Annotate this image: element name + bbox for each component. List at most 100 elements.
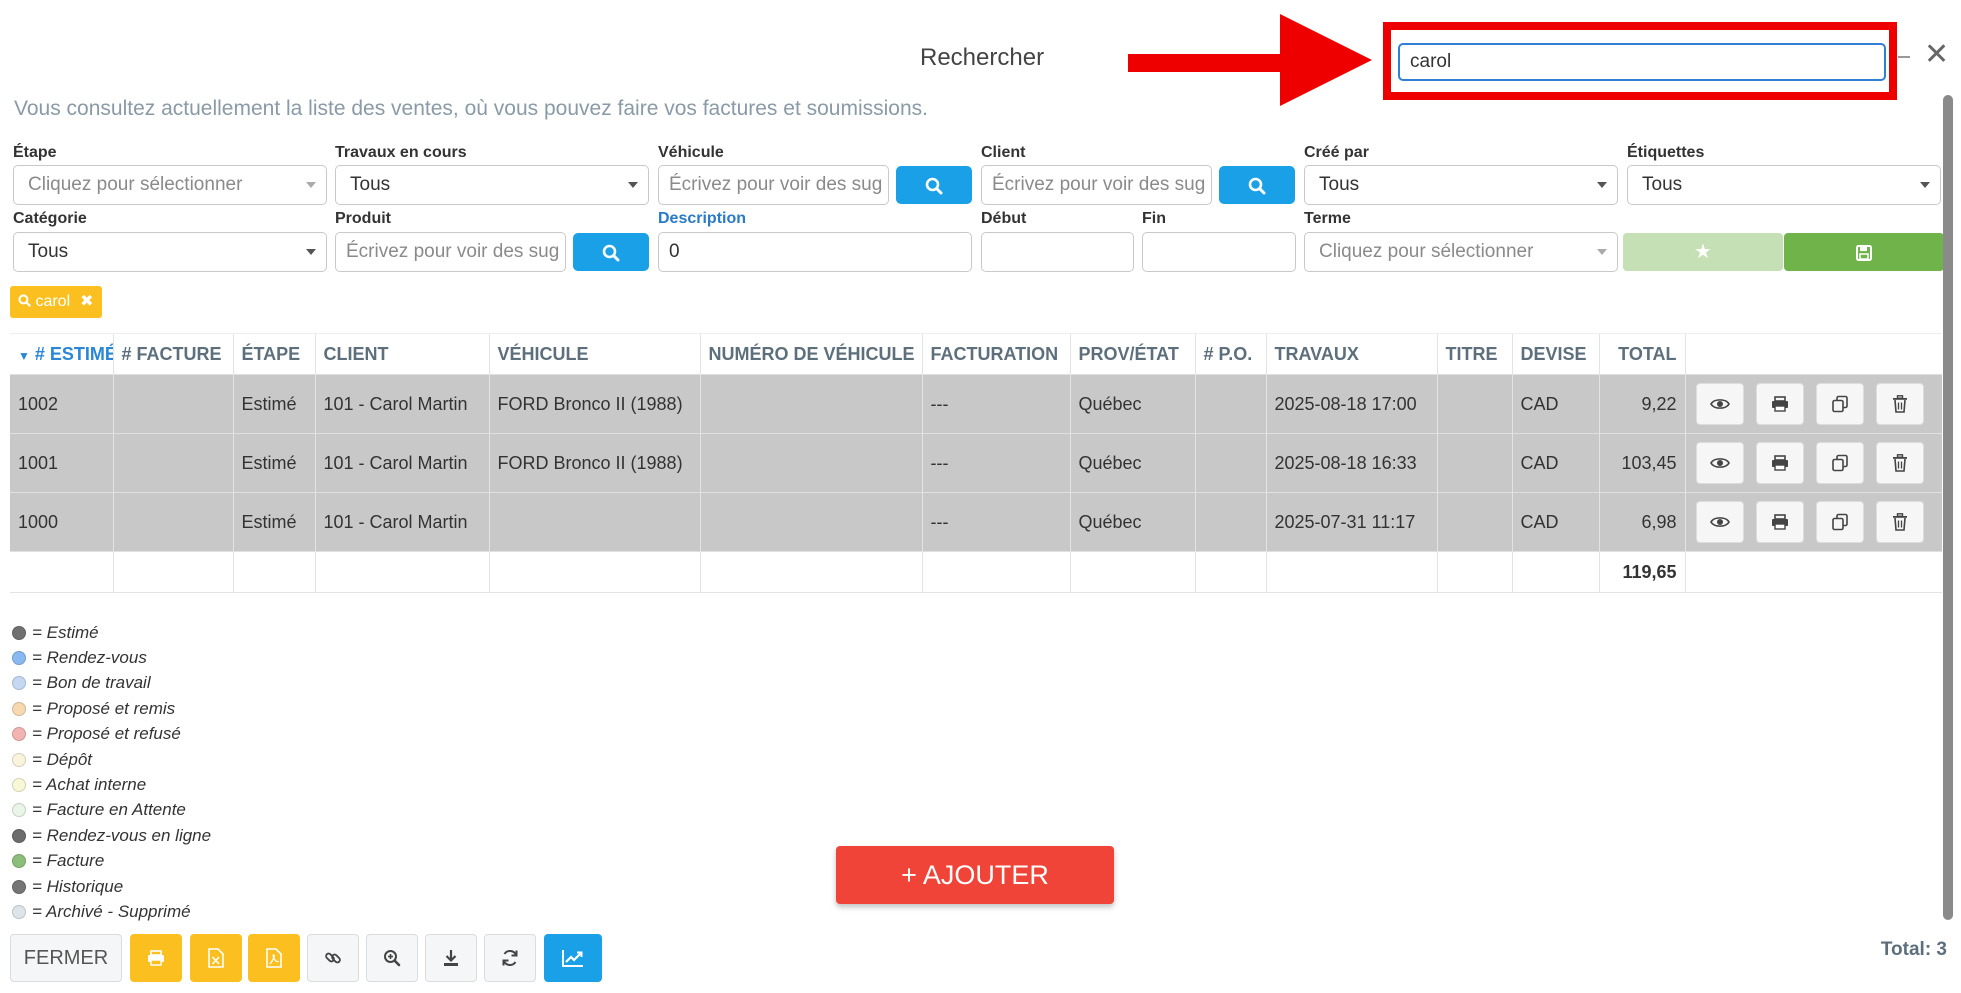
print-icon <box>1771 514 1788 530</box>
legend-label: = Estimé <box>32 622 99 642</box>
column-header-facturation[interactable]: FACTURATION <box>921 333 1070 375</box>
client-search-button[interactable] <box>1219 166 1295 204</box>
column-header-total[interactable]: TOTAL <box>1598 333 1685 375</box>
etape-select-placeholder: Cliquez pour sélectionner <box>28 174 243 195</box>
column-header-facture[interactable]: # FACTURE <box>112 333 233 375</box>
filter-label-description: Description <box>658 210 747 227</box>
column-header-titre[interactable]: TITRE <box>1436 333 1512 375</box>
excel-file-icon <box>208 948 224 968</box>
legend-item: = Achat interne <box>12 772 211 797</box>
cree-par-select[interactable]: Tous <box>1304 165 1618 205</box>
view-button[interactable] <box>1695 383 1744 425</box>
column-header-etape[interactable]: ÉTAPE <box>232 333 315 375</box>
statistics-button[interactable] <box>544 934 602 982</box>
column-header-numero-vehicule[interactable]: NUMÉRO DE VÉHICULE <box>699 333 922 375</box>
close-button[interactable]: FERMER <box>10 934 122 982</box>
categorie-select[interactable]: Tous <box>13 232 327 272</box>
terme-select[interactable]: Cliquez pour sélectionner <box>1304 232 1618 272</box>
pdf-file-icon <box>266 948 282 968</box>
cell-actions <box>1684 433 1942 493</box>
print-list-button[interactable] <box>130 934 182 982</box>
legend-item: = Proposé et refusé <box>12 722 211 747</box>
etiquettes-select-value: Tous <box>1642 174 1683 195</box>
minimize-icon[interactable] <box>1898 56 1910 58</box>
print-button[interactable] <box>1755 442 1804 484</box>
print-button[interactable] <box>1755 501 1804 543</box>
client-input[interactable]: Écrivez pour voir des sug <box>981 165 1212 205</box>
description-input[interactable]: 0 <box>658 232 972 272</box>
travaux-select-value: Tous <box>350 174 391 195</box>
table-row[interactable]: 1002 Estimé 101 - Carol Martin FORD Bron… <box>10 374 1942 434</box>
download-icon <box>444 950 458 966</box>
cell-prov-etat: Québec <box>1069 374 1195 434</box>
cell-etape: Estimé <box>232 492 315 552</box>
cree-par-select-value: Tous <box>1319 174 1360 195</box>
travaux-select[interactable]: Tous <box>335 165 649 205</box>
close-icon[interactable]: ✕ <box>1924 40 1949 70</box>
table-row[interactable]: 1000 Estimé 101 - Carol Martin --- Québe… <box>10 492 1942 552</box>
column-header-actions <box>1684 333 1942 375</box>
debut-date-input[interactable] <box>981 232 1134 272</box>
copy-button[interactable] <box>1815 501 1864 543</box>
delete-button[interactable] <box>1875 442 1924 484</box>
etiquettes-select[interactable]: Tous <box>1627 165 1941 205</box>
status-dot <box>12 651 26 666</box>
view-button[interactable] <box>1695 442 1744 484</box>
chevron-down-icon <box>1920 182 1930 188</box>
filter-label-terme: Terme <box>1304 210 1351 227</box>
export-excel-button[interactable] <box>190 934 242 982</box>
cell-estime: 1000 <box>10 492 113 552</box>
column-header-vehicule[interactable]: VÉHICULE <box>488 333 700 375</box>
cell-facture <box>112 492 233 552</box>
refresh-button[interactable] <box>484 934 536 982</box>
produit-input[interactable]: Écrivez pour voir des sug <box>335 232 566 272</box>
cell-prov-etat: Québec <box>1069 433 1195 493</box>
cell-total: 103,45 <box>1598 433 1685 493</box>
etape-select[interactable]: Cliquez pour sélectionner <box>13 165 327 205</box>
column-header-estime[interactable]: ▼ # ESTIMÉ <box>10 333 113 375</box>
search-icon <box>602 244 620 262</box>
print-icon <box>148 950 164 966</box>
annotation-arrow-shaft <box>1128 54 1288 72</box>
print-button[interactable] <box>1755 383 1804 425</box>
favorite-button[interactable]: ★ <box>1623 233 1783 271</box>
fin-date-input[interactable] <box>1142 232 1296 272</box>
view-button[interactable] <box>1695 501 1744 543</box>
export-pdf-button[interactable] <box>248 934 300 982</box>
legend-label: = Rendez-vous <box>32 648 147 668</box>
column-header-devise[interactable]: DEVISE <box>1511 333 1599 375</box>
active-search-tag-label: carol <box>35 293 71 310</box>
table-row[interactable]: 1001 Estimé 101 - Carol Martin FORD Bron… <box>10 433 1942 493</box>
copy-button[interactable] <box>1815 442 1864 484</box>
column-header-client[interactable]: CLIENT <box>314 333 489 375</box>
add-button[interactable]: + AJOUTER <box>836 846 1114 904</box>
delete-button[interactable] <box>1875 501 1924 543</box>
produit-search-button[interactable] <box>573 233 649 271</box>
search-input[interactable] <box>1398 43 1886 81</box>
vehicule-input[interactable]: Écrivez pour voir des sug <box>658 165 889 205</box>
download-button[interactable] <box>425 934 477 982</box>
cell-facture <box>112 433 233 493</box>
legend-item: = Dépôt <box>12 747 211 772</box>
cell-po <box>1194 374 1266 434</box>
column-header-prov-etat[interactable]: PROV/ÉTAT <box>1069 333 1195 375</box>
copy-button[interactable] <box>1815 383 1864 425</box>
legend-item: = Bon de travail <box>12 671 211 696</box>
legend-item: = Facture en Attente <box>12 798 211 823</box>
status-dot <box>12 701 26 716</box>
delete-button[interactable] <box>1875 383 1924 425</box>
cell-estime: 1002 <box>10 374 113 434</box>
cell-titre <box>1436 374 1512 434</box>
link-button[interactable] <box>307 934 359 982</box>
print-icon <box>1771 396 1788 412</box>
column-header-po[interactable]: # P.O. <box>1194 333 1266 375</box>
vehicule-search-button[interactable] <box>896 166 972 204</box>
zoom-button[interactable] <box>366 934 418 982</box>
column-header-travaux[interactable]: TRAVAUX <box>1265 333 1437 375</box>
remove-tag-icon[interactable]: ✖ <box>80 293 93 310</box>
scrollbar-thumb[interactable] <box>1943 95 1953 920</box>
save-filter-button[interactable] <box>1784 233 1944 271</box>
search-icon <box>1248 177 1266 195</box>
search-icon <box>18 294 31 307</box>
produit-input-placeholder: Écrivez pour voir des sug <box>346 241 560 262</box>
